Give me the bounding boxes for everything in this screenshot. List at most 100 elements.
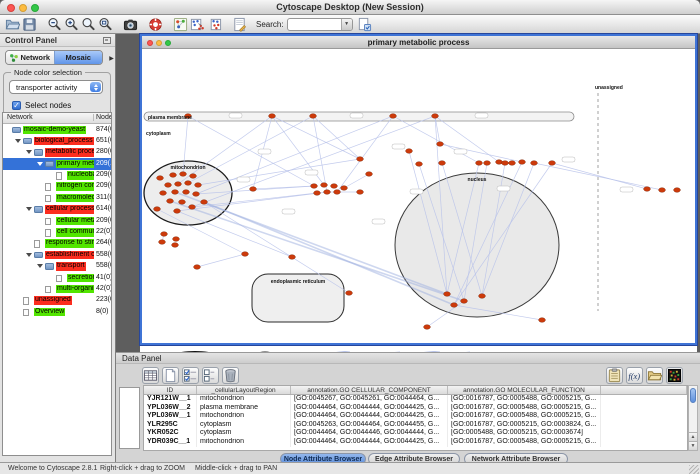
network-node[interactable] bbox=[190, 174, 197, 179]
network-node[interactable] bbox=[195, 183, 202, 188]
attribute-table[interactable]: ID_cellularLayoutRegionannotation.GO CEL… bbox=[143, 385, 688, 451]
table-cell[interactable]: [GO:0016787, GO:0005488, GO:0005215, G..… bbox=[448, 438, 601, 447]
network-node[interactable] bbox=[310, 114, 317, 119]
tree-row-establishment-of-lo[interactable]: establishment of lo558(0) bbox=[3, 249, 111, 260]
network-node[interactable] bbox=[659, 188, 666, 193]
table-cell[interactable]: [GO:0044464, GO:0044446, GO:0044444, G..… bbox=[291, 429, 448, 438]
scroll-up-button[interactable]: ▲ bbox=[689, 432, 697, 441]
table-cell[interactable]: [GO:0044464, GO:0044444, GO:0044425, G..… bbox=[291, 438, 448, 447]
column-header-annotation-go-molecular-function[interactable]: annotation.GO MOLECULAR_FUNCTION bbox=[448, 386, 601, 394]
table-cell[interactable]: [GO:0016787, GO:0005488, GO:0005215, G..… bbox=[448, 404, 601, 413]
table-cell[interactable]: YLR295C bbox=[144, 421, 197, 430]
network-node[interactable] bbox=[479, 294, 486, 299]
zoom-fit-icon[interactable] bbox=[80, 16, 97, 33]
float-panel-icon[interactable] bbox=[103, 37, 111, 44]
table-row-ykr052c[interactable]: YKR052Ccytoplasm[GO:0044464, GO:0044446,… bbox=[144, 429, 687, 438]
network-node[interactable] bbox=[173, 237, 180, 242]
network-node[interactable] bbox=[509, 161, 516, 166]
network-node[interactable] bbox=[437, 142, 444, 147]
network-node[interactable] bbox=[159, 240, 166, 245]
open-file-icon[interactable] bbox=[4, 16, 21, 33]
select-nodes-checkbox[interactable]: ✓ bbox=[12, 101, 21, 110]
table-cell[interactable]: [GO:0016787, GO:0005488, GO:0005215, G..… bbox=[448, 412, 601, 421]
unselect-attributes-icon[interactable] bbox=[202, 367, 219, 384]
network-node[interactable] bbox=[502, 161, 509, 166]
table-cell[interactable]: [GO:0016787, GO:0005488, GO:0005215, G..… bbox=[448, 395, 601, 404]
network-node[interactable] bbox=[250, 187, 257, 192]
expand-arrow-icon[interactable] bbox=[15, 139, 21, 143]
network-node[interactable] bbox=[183, 190, 190, 195]
network-node[interactable] bbox=[172, 190, 179, 195]
network-node[interactable] bbox=[496, 160, 503, 165]
network-node[interactable] bbox=[172, 243, 179, 248]
browser-mode-icon[interactable] bbox=[666, 367, 683, 384]
tree-row-overview[interactable]: Overview8(0) bbox=[3, 306, 111, 317]
table-cell[interactable]: YPL036W__1 bbox=[144, 412, 197, 421]
tree-row-nitrogen-compo[interactable]: nitrogen compo209(0) bbox=[3, 181, 111, 192]
table-cell[interactable]: YPL036W__2 bbox=[144, 404, 197, 413]
network-node[interactable] bbox=[160, 191, 167, 196]
tree-row-biological-process[interactable]: biological_process651(0) bbox=[3, 135, 111, 146]
expand-arrow-icon[interactable] bbox=[26, 150, 32, 154]
network-node[interactable] bbox=[366, 172, 373, 177]
network-node[interactable] bbox=[476, 161, 483, 166]
table-cell[interactable]: [GO:0045263, GO:0044464, GO:0044455, G..… bbox=[291, 421, 448, 430]
network-node[interactable] bbox=[346, 291, 353, 296]
table-row-ydr039c-1[interactable]: YDR039C__1mitochondrion[GO:0044464, GO:0… bbox=[144, 438, 687, 447]
network-node[interactable] bbox=[416, 162, 423, 167]
network-node[interactable] bbox=[174, 209, 181, 214]
table-cell[interactable]: [GO:0045267, GO:0045261, GO:0044464, G..… bbox=[291, 395, 448, 404]
table-cell[interactable]: mitochondrion bbox=[197, 395, 291, 404]
network-node[interactable] bbox=[321, 183, 328, 188]
network-node[interactable] bbox=[549, 161, 556, 166]
network-edge[interactable] bbox=[552, 163, 647, 189]
network-node[interactable] bbox=[444, 292, 451, 297]
network-node[interactable] bbox=[193, 192, 200, 197]
function-builder-icon[interactable]: f(x) bbox=[626, 367, 643, 384]
network-node[interactable] bbox=[674, 188, 681, 193]
tab-overflow-button[interactable]: ▶ bbox=[107, 51, 116, 65]
network-node[interactable] bbox=[311, 184, 318, 189]
snapshot-icon[interactable] bbox=[122, 16, 139, 33]
network-node[interactable] bbox=[644, 187, 651, 192]
select-attributes-icon[interactable] bbox=[182, 367, 199, 384]
network-overview-icon[interactable] bbox=[172, 16, 189, 33]
tree-row-metabolic-process[interactable]: metabolic process280(0) bbox=[3, 147, 111, 158]
node-color-dropdown[interactable]: transporter activity bbox=[9, 80, 103, 94]
network-node[interactable] bbox=[189, 205, 196, 210]
network-edge[interactable] bbox=[198, 159, 360, 185]
network-node[interactable] bbox=[180, 172, 187, 177]
table-cell[interactable]: mitochondrion bbox=[197, 438, 291, 447]
table-cell[interactable]: plasma membrane bbox=[197, 404, 291, 413]
tree-row-cell-communicat[interactable]: cell communicat22(0) bbox=[3, 227, 111, 238]
table-cell[interactable]: YDR039C__1 bbox=[144, 438, 197, 447]
tree-row-response-to-stimulu[interactable]: response to stimulu264(0) bbox=[3, 238, 111, 249]
network-edge[interactable] bbox=[272, 116, 360, 159]
search-input[interactable]: ▼ bbox=[287, 18, 353, 31]
expand-arrow-icon[interactable] bbox=[26, 253, 32, 257]
network-node[interactable] bbox=[185, 181, 192, 186]
save-icon[interactable] bbox=[21, 16, 38, 33]
table-row-ylr295c[interactable]: YLR295Ccytoplasm[GO:0045263, GO:0044464,… bbox=[144, 421, 687, 430]
tree-row-cellular-metabol[interactable]: cellular metabol209(0) bbox=[3, 215, 111, 226]
network-node[interactable] bbox=[484, 161, 491, 166]
scrollbar-thumb[interactable] bbox=[690, 388, 696, 403]
region-nucleus[interactable] bbox=[395, 173, 559, 317]
network-node[interactable] bbox=[170, 173, 177, 178]
network-node[interactable] bbox=[167, 199, 174, 204]
column-header-cellularlayoutregion[interactable]: _cellularLayoutRegion bbox=[197, 386, 291, 394]
table-row-ypl036w-1[interactable]: YPL036W__1mitochondrion[GO:0044464, GO:0… bbox=[144, 412, 687, 421]
tab-network[interactable]: Network bbox=[6, 51, 54, 64]
network-node[interactable] bbox=[324, 190, 331, 195]
table-cell[interactable]: YKR052C bbox=[144, 429, 197, 438]
zoom-out-icon[interactable] bbox=[46, 16, 63, 33]
table-row-ypl036w-2[interactable]: YPL036W__2plasma membrane[GO:0044464, GO… bbox=[144, 404, 687, 413]
network-node[interactable] bbox=[242, 252, 249, 257]
network-node[interactable] bbox=[154, 207, 161, 212]
new-attribute-icon[interactable] bbox=[162, 367, 179, 384]
paste-layout-icon[interactable] bbox=[206, 16, 223, 33]
network-node[interactable] bbox=[451, 303, 458, 308]
network-node[interactable] bbox=[424, 325, 431, 330]
network-node[interactable] bbox=[439, 161, 446, 166]
network-node[interactable] bbox=[314, 191, 321, 196]
